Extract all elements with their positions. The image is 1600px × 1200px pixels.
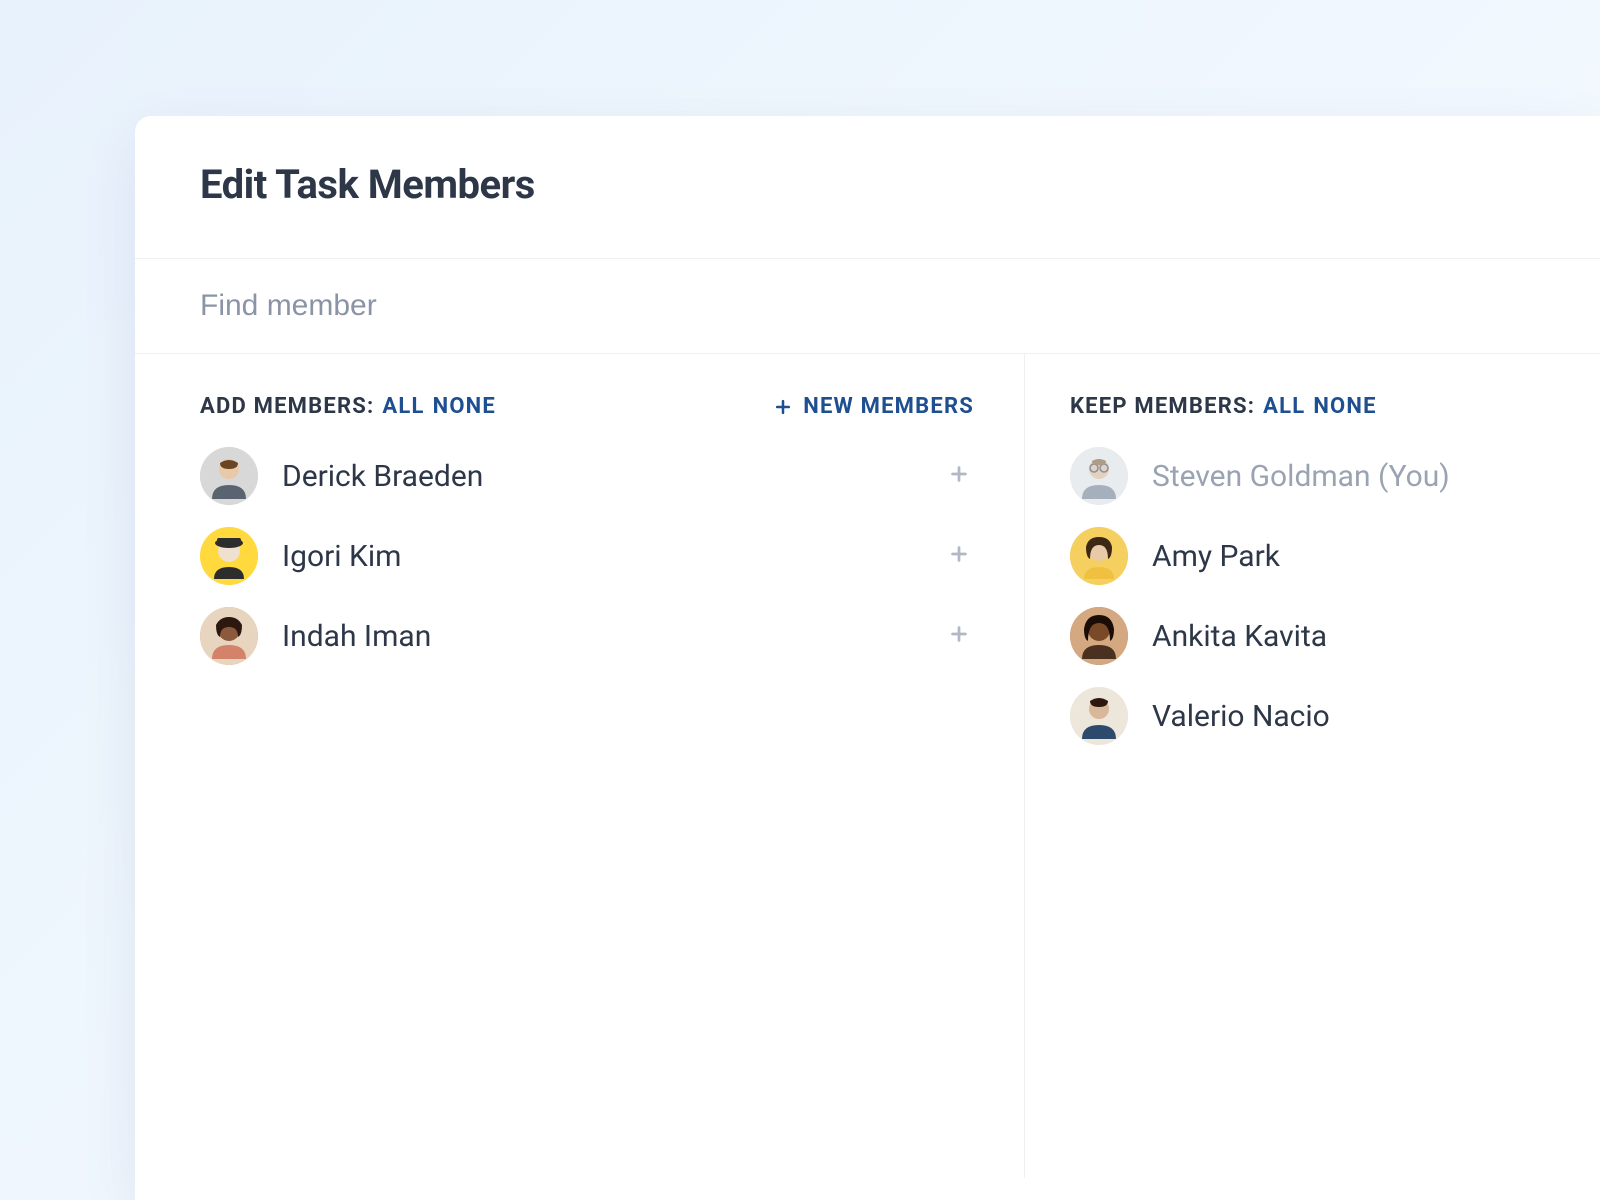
member-info: Indah Iman: [200, 607, 431, 665]
avatar: [200, 447, 258, 505]
new-members-label: New Members: [803, 394, 974, 419]
keep-members-none-link[interactable]: None: [1313, 394, 1376, 419]
list-item: Indah Iman: [200, 607, 974, 665]
find-member-input[interactable]: [200, 259, 1535, 353]
member-name: Derick Braeden: [282, 459, 483, 494]
member-name: Valerio Nacio: [1152, 699, 1330, 734]
member-name: Igori Kim: [282, 539, 401, 574]
keep-members-header: Keep Members: All None: [1070, 394, 1600, 419]
plus-icon: [948, 543, 970, 569]
search-section: [135, 258, 1600, 354]
list-item: Valerio Nacio: [1070, 687, 1600, 745]
modal-header: Edit Task Members: [135, 116, 1600, 258]
member-info: Ankita Kavita: [1070, 607, 1327, 665]
add-members-none-link[interactable]: None: [433, 394, 496, 419]
modal-title: Edit Task Members: [200, 161, 1535, 208]
add-members-column: Add Members: All None New Members: [135, 354, 1025, 1178]
member-info: Igori Kim: [200, 527, 401, 585]
plus-icon: [773, 397, 793, 417]
plus-icon: [948, 463, 970, 489]
add-members-list: Derick Braeden Igori Kim: [200, 447, 974, 665]
add-member-button[interactable]: [944, 621, 974, 651]
columns-container: Add Members: All None New Members: [135, 354, 1600, 1178]
avatar: [1070, 687, 1128, 745]
member-name: Ankita Kavita: [1152, 619, 1327, 654]
keep-members-label: Keep Members:: [1070, 394, 1255, 419]
keep-members-all-link[interactable]: All: [1263, 394, 1305, 419]
list-item: Steven Goldman (You): [1070, 447, 1600, 505]
keep-members-column: Keep Members: All None Steven Goldman (Y…: [1025, 354, 1600, 1178]
add-members-all-link[interactable]: All: [382, 394, 424, 419]
add-members-label-group: Add Members: All None: [200, 394, 496, 419]
list-item: Amy Park: [1070, 527, 1600, 585]
keep-members-list: Steven Goldman (You) Amy Park: [1070, 447, 1600, 745]
avatar: [1070, 527, 1128, 585]
avatar: [1070, 447, 1128, 505]
plus-icon: [948, 623, 970, 649]
add-members-label: Add Members:: [200, 394, 374, 419]
list-item: Igori Kim: [200, 527, 974, 585]
member-info: Amy Park: [1070, 527, 1280, 585]
avatar: [1070, 607, 1128, 665]
edit-task-members-modal: Edit Task Members Add Members: All None …: [135, 116, 1600, 1200]
list-item: Ankita Kavita: [1070, 607, 1600, 665]
avatar: [200, 527, 258, 585]
member-info: Steven Goldman (You): [1070, 447, 1450, 505]
member-info: Derick Braeden: [200, 447, 483, 505]
member-name: Indah Iman: [282, 619, 431, 654]
add-member-button[interactable]: [944, 541, 974, 571]
member-name: Steven Goldman (You): [1152, 459, 1450, 494]
new-members-button[interactable]: New Members: [773, 394, 974, 419]
add-member-button[interactable]: [944, 461, 974, 491]
member-name: Amy Park: [1152, 539, 1280, 574]
add-members-header: Add Members: All None New Members: [200, 394, 974, 419]
keep-members-label-group: Keep Members: All None: [1070, 394, 1377, 419]
avatar: [200, 607, 258, 665]
list-item: Derick Braeden: [200, 447, 974, 505]
member-info: Valerio Nacio: [1070, 687, 1330, 745]
